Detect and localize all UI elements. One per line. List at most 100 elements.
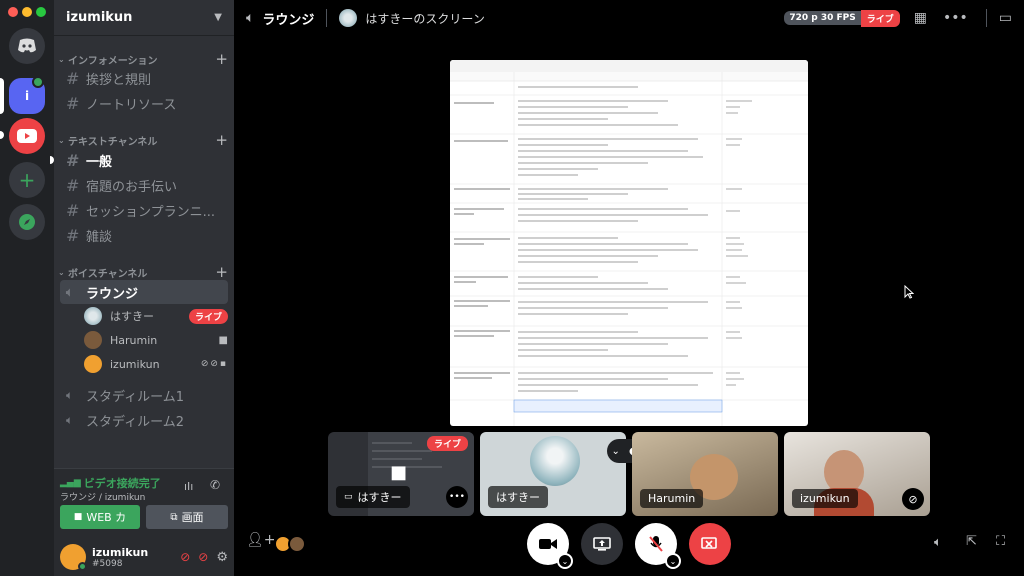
fullscreen-icon[interactable]: ⛶ bbox=[996, 534, 1005, 549]
voice-user-name: はすきー bbox=[110, 310, 154, 323]
stream-title: はすきーのスクリーン bbox=[365, 11, 485, 26]
voice-active-icon bbox=[32, 76, 44, 88]
voice-channel-study1[interactable]: 🔈︎ スタディルーム1 bbox=[60, 383, 228, 407]
minimize-window-icon[interactable] bbox=[22, 7, 32, 17]
channel-label: スタディルーム1 bbox=[86, 389, 184, 405]
screen-share-stream[interactable] bbox=[450, 60, 808, 426]
chevron-down-icon[interactable]: ⌄ bbox=[557, 553, 573, 569]
add-channel-icon[interactable]: + bbox=[215, 263, 228, 281]
add-channel-icon[interactable]: + bbox=[215, 131, 228, 149]
server-rail: i + bbox=[0, 0, 54, 576]
settings-gear-icon[interactable]: ⚙ bbox=[216, 550, 228, 565]
channel-title: ラウンジ bbox=[262, 12, 315, 28]
video-button[interactable]: ■ WEB カ bbox=[60, 505, 140, 529]
invite-user-icon[interactable]: 👤︎+ bbox=[246, 532, 276, 548]
tile-name-label: ▭ はすきー bbox=[336, 486, 410, 508]
close-window-icon[interactable] bbox=[8, 7, 18, 17]
screen-share-button[interactable]: ⧉ 画面 bbox=[146, 505, 228, 529]
tile-izumikun-camera[interactable]: izumikun ⊘ bbox=[784, 432, 930, 516]
live-badge: ライブ bbox=[426, 436, 468, 451]
voice-status[interactable]: ▂▄▆ ビデオ接続完了 bbox=[60, 475, 161, 491]
mouse-cursor-icon bbox=[904, 285, 914, 299]
avatar bbox=[288, 535, 306, 553]
category-label: ボイスチャンネル bbox=[68, 268, 148, 280]
video-button-label: WEB カ bbox=[86, 511, 127, 524]
avatar bbox=[530, 436, 580, 486]
video-camera-icon: ■ bbox=[73, 512, 83, 522]
channel-label: 一般 bbox=[86, 154, 113, 170]
screen-share-control-button[interactable] bbox=[581, 523, 623, 565]
video-camera-icon bbox=[539, 539, 557, 549]
signal-icon: ▂▄▆ bbox=[60, 478, 81, 488]
speaker-icon: 🔈︎ bbox=[246, 10, 255, 26]
channel-chat[interactable]: # 雑談 bbox=[60, 223, 228, 247]
more-options-icon[interactable]: ••• bbox=[446, 486, 468, 508]
channel-label: ラウンジ bbox=[86, 286, 139, 302]
noise-suppression-icon[interactable]: ıIı bbox=[184, 480, 193, 493]
tile-name-label: izumikun bbox=[792, 489, 858, 508]
discord-home-icon[interactable] bbox=[9, 28, 45, 64]
tile-husky-screen[interactable]: ライブ ■ ▭ はすきー ••• bbox=[328, 432, 474, 516]
video-camera-icon: ■ bbox=[218, 334, 228, 346]
zoom-window-icon[interactable] bbox=[36, 7, 46, 17]
speaker-icon: 🔈︎ bbox=[66, 284, 74, 299]
grid-layout-icon[interactable]: ▦ bbox=[914, 10, 927, 26]
channel-general[interactable]: # 一般 bbox=[60, 148, 228, 172]
tile-user-name: はすきー bbox=[357, 491, 402, 504]
inbox-icon[interactable]: ▭ bbox=[999, 10, 1012, 26]
category-voice[interactable]: ⌄ ボイスチャンネル + bbox=[58, 263, 228, 281]
channel-sidebar: izumikun ▼ ⌄ インフォメーション + # 挨拶と規則 # ノートリソース… bbox=[50, 0, 234, 576]
category-text[interactable]: ⌄ テキストチャンネル + bbox=[58, 131, 228, 149]
screen-share-icon: ⧉ bbox=[170, 511, 178, 523]
volume-icon[interactable]: 🔈︎ bbox=[934, 535, 942, 550]
disconnect-call-icon[interactable]: ✆ bbox=[210, 478, 220, 492]
channel-label: 宿題のお手伝い bbox=[86, 179, 178, 195]
chevron-down-icon: ⌄ bbox=[611, 445, 620, 457]
channel-session-planning[interactable]: # セッションプランニ... bbox=[60, 198, 228, 222]
voice-user-harumin[interactable]: Harumin ■ bbox=[84, 329, 228, 351]
unread-indicator bbox=[50, 156, 54, 164]
add-server-icon[interactable]: + bbox=[9, 162, 45, 198]
chevron-down-icon[interactable]: ▼ bbox=[214, 12, 222, 23]
guild-name: izumikun bbox=[66, 10, 133, 25]
voice-connection-panel: ▂▄▆ ビデオ接続完了 ラウンジ / izumikun ıIı ✆ ■ WEB カ… bbox=[54, 468, 234, 538]
chevron-down-icon[interactable]: ⌄ bbox=[665, 553, 681, 569]
more-options-icon[interactable]: ••• bbox=[943, 10, 968, 26]
leave-call-icon bbox=[701, 537, 717, 549]
call-topbar: 🔈︎ ラウンジ はすきーのスクリーン 720 p 30 FPS ライブ ▦ ••… bbox=[234, 0, 1024, 36]
hash-icon: # bbox=[66, 150, 80, 170]
live-badge: ライブ bbox=[860, 9, 900, 27]
headphones-deafened-icon[interactable]: ⊘ bbox=[198, 550, 208, 564]
avatar bbox=[84, 355, 102, 373]
voice-user-husky[interactable]: はすきー ライブ bbox=[84, 305, 228, 327]
main-call-area: 🔈︎ ラウンジ はすきーのスクリーン 720 p 30 FPS ライブ ▦ ••… bbox=[234, 0, 1024, 576]
camera-toggle-button[interactable]: ⌄ bbox=[527, 523, 573, 569]
avatar bbox=[84, 331, 102, 349]
channel-rules[interactable]: # 挨拶と規則 bbox=[60, 66, 228, 90]
youtube-server-icon[interactable] bbox=[9, 118, 45, 154]
category-label: テキストチャンネル bbox=[68, 136, 158, 148]
voice-channel-lounge[interactable]: 🔈︎ ラウンジ bbox=[60, 280, 228, 304]
tile-user-name: izumikun bbox=[800, 492, 850, 505]
screen-share-label: 画面 bbox=[181, 511, 204, 524]
tile-name-label: はすきー bbox=[488, 486, 548, 508]
voice-status-subtitle[interactable]: ラウンジ / izumikun bbox=[60, 490, 145, 503]
popout-icon[interactable]: ⇱ bbox=[966, 534, 977, 549]
voice-user-izumikun[interactable]: izumikun ⊘⊘▪ bbox=[84, 353, 228, 375]
mic-muted-icon[interactable]: ⊘ bbox=[180, 550, 190, 564]
channel-resources[interactable]: # ノートリソース bbox=[60, 91, 228, 115]
online-status-icon bbox=[78, 562, 87, 571]
channel-homework[interactable]: # 宿題のお手伝い bbox=[60, 173, 228, 197]
voice-channel-study2[interactable]: 🔈︎ スタディルーム2 bbox=[60, 408, 228, 432]
disconnect-button[interactable] bbox=[689, 523, 731, 565]
channel-label: 雑談 bbox=[86, 229, 113, 245]
guild-header[interactable]: izumikun ▼ bbox=[54, 0, 234, 36]
divider bbox=[985, 9, 987, 27]
explore-servers-icon[interactable] bbox=[9, 204, 45, 240]
stream-quality-badge: 720 p 30 FPS bbox=[784, 11, 861, 25]
avatar[interactable] bbox=[60, 544, 87, 571]
tile-harumin-camera[interactable]: Harumin bbox=[632, 432, 778, 516]
mic-toggle-button[interactable]: ⌄ bbox=[635, 523, 681, 569]
tile-husky-camera[interactable]: はすきー bbox=[480, 432, 626, 516]
streamer-avatar bbox=[339, 9, 358, 27]
